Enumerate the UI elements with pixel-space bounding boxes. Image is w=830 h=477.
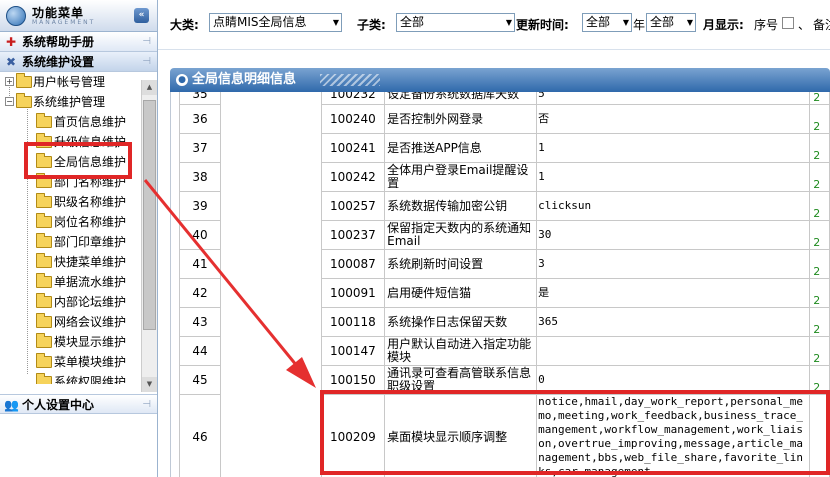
folder-open-icon bbox=[16, 93, 32, 108]
app-window: 功能菜单 MANAGEMENT « ✚ 系统帮助手册 ⊣ ✖ 系统维护设置 ⊣ … bbox=[0, 0, 830, 477]
folder-icon bbox=[36, 193, 52, 208]
folder-icon bbox=[36, 333, 52, 348]
section-label: 个人设置中心 bbox=[22, 398, 95, 412]
panel-icon: ● bbox=[176, 74, 188, 86]
chevron-down-icon: ▼ bbox=[686, 18, 693, 27]
category-select[interactable]: 点睛MIS全局信息 ▼ bbox=[209, 13, 342, 32]
seq-label: 序号 bbox=[754, 18, 779, 32]
subcategory-select[interactable]: 全部 ▼ bbox=[396, 13, 515, 32]
expand-icon[interactable]: + bbox=[5, 77, 14, 86]
year-select[interactable]: 全部 ▼ bbox=[582, 13, 632, 32]
month-select[interactable]: 全部 ▼ bbox=[646, 13, 696, 32]
table-row[interactable]: 35 100232 设定备份系统数据库天数 5 2 bbox=[178, 92, 830, 477]
folder-icon bbox=[36, 353, 52, 368]
separator-text: 、 bbox=[798, 18, 811, 32]
first-aid-icon: ✚ bbox=[5, 35, 17, 49]
folder-icon bbox=[36, 213, 52, 228]
folder-icon bbox=[36, 113, 52, 128]
pin-icon[interactable]: ⊣ bbox=[142, 52, 151, 72]
annotation-highlight-row bbox=[320, 390, 830, 475]
folder-icon bbox=[16, 73, 32, 88]
scroll-up-icon[interactable]: ▲ bbox=[142, 80, 157, 95]
folder-icon bbox=[36, 253, 52, 268]
folder-icon bbox=[36, 293, 52, 308]
users-icon: 👥 bbox=[4, 398, 19, 412]
section-help-manual[interactable]: ✚ 系统帮助手册 ⊣ bbox=[0, 32, 157, 52]
scrollbar-thumb[interactable] bbox=[143, 100, 156, 330]
panel-title: 全局信息明细信息 bbox=[192, 72, 297, 87]
category-label: 大类: bbox=[170, 18, 199, 32]
chevron-down-icon: ▼ bbox=[332, 18, 339, 27]
menu-subtitle: MANAGEMENT bbox=[32, 19, 96, 26]
sidebar-scrollbar[interactable]: ▲ ▼ bbox=[141, 80, 157, 392]
title-decoration bbox=[320, 74, 380, 86]
folder-icon bbox=[36, 373, 52, 384]
subcategory-label: 子类: bbox=[357, 18, 386, 32]
chevron-down-icon: ▼ bbox=[505, 18, 512, 27]
section-label: 系统维护设置 bbox=[22, 55, 95, 69]
update-time-label: 更新时间: bbox=[516, 18, 569, 32]
collapse-icon[interactable]: − bbox=[5, 97, 14, 106]
folder-icon bbox=[36, 313, 52, 328]
seq-checkbox[interactable] bbox=[782, 17, 794, 29]
annotation-highlight-sidebar bbox=[24, 142, 132, 179]
section-personal-settings[interactable]: 👥 个人设置中心 ⊣ bbox=[0, 394, 157, 414]
collapse-sidebar-icon[interactable]: « bbox=[134, 8, 149, 23]
chevron-down-icon: ▼ bbox=[622, 18, 629, 27]
pin-icon[interactable]: ⊣ bbox=[142, 32, 151, 52]
menu-tree: + 用户帐号管理 − 系统维护管理 首页信息维护 升级信息维护 全局信息维护 部… bbox=[0, 72, 157, 384]
year-unit: 年 bbox=[633, 18, 646, 32]
remark-label: 备注 bbox=[813, 18, 830, 32]
sidebar: 功能菜单 MANAGEMENT « ✚ 系统帮助手册 ⊣ ✖ 系统维护设置 ⊣ … bbox=[0, 0, 158, 477]
section-label: 系统帮助手册 bbox=[22, 35, 95, 49]
pin-icon[interactable]: ⊣ bbox=[142, 395, 151, 415]
menu-logo-icon bbox=[6, 6, 26, 26]
menu-header: 功能菜单 MANAGEMENT « bbox=[0, 0, 157, 32]
panel-title-bar: ● 全局信息明细信息 bbox=[170, 68, 830, 92]
scroll-down-icon[interactable]: ▼ bbox=[142, 377, 157, 392]
folder-icon bbox=[36, 273, 52, 288]
month-display-label: 月显示: bbox=[703, 18, 744, 32]
tools-icon: ✖ bbox=[5, 55, 17, 69]
section-system-maintenance[interactable]: ✖ 系统维护设置 ⊣ bbox=[0, 52, 157, 72]
filter-bar: 大类: 点睛MIS全局信息 ▼ 子类: 全部 ▼ 更新时间: 全部 ▼ 年 全部… bbox=[158, 0, 830, 50]
folder-icon bbox=[36, 233, 52, 248]
